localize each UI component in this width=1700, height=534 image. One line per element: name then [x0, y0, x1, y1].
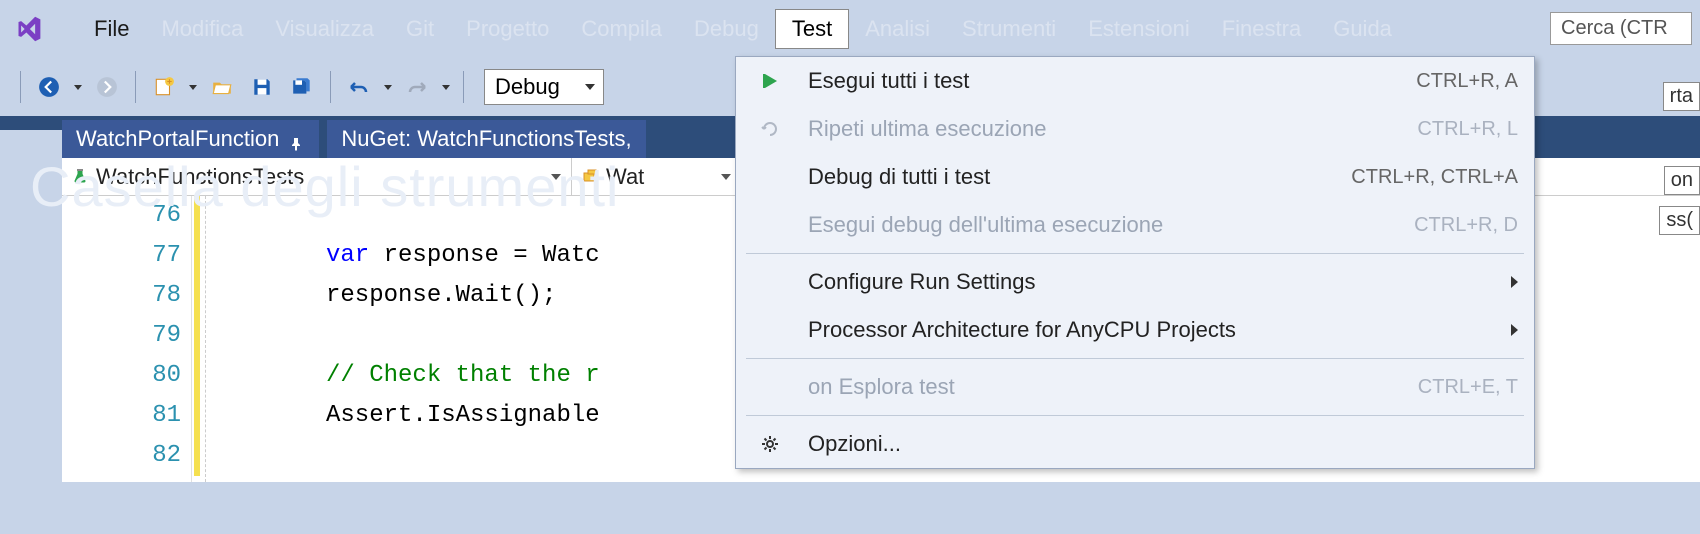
tab-nuget[interactable]: NuGet: WatchFunctionsTests, — [327, 120, 645, 158]
tab-watchportal[interactable]: WatchPortalFunction — [62, 120, 319, 158]
menu-compila[interactable]: Compila — [565, 10, 678, 48]
menuitem-configure-run-settings[interactable]: Configure Run Settings — [736, 258, 1534, 306]
menuitem-debug-all-tests[interactable]: Debug di tutti i test CTRL+R, CTRL+A — [736, 153, 1534, 201]
menuitem-label: on Esplora test — [808, 374, 1418, 400]
type-dropdown-label: Wat — [606, 164, 644, 190]
toolbar-separator — [20, 71, 21, 103]
repeat-icon — [752, 119, 788, 139]
menu-finestra[interactable]: Finestra — [1206, 10, 1317, 48]
line-number: 82 — [62, 436, 181, 476]
menubar: File Modifica Visualizza Git Progetto Co… — [0, 0, 1700, 58]
toolbar-separator — [135, 71, 136, 103]
menuitem-options[interactable]: Opzioni... — [736, 420, 1534, 468]
menu-visualizza[interactable]: Visualizza — [259, 10, 390, 48]
project-dropdown-label: WatchFunctionsTests — [96, 164, 304, 190]
project-dropdown[interactable]: WatchFunctionsTests — [62, 158, 572, 195]
redo-dropdown[interactable] — [439, 69, 453, 105]
menu-separator — [746, 253, 1524, 254]
menuitem-shortcut: CTRL+R, L — [1417, 118, 1518, 141]
config-select[interactable]: Debug — [484, 69, 604, 105]
menuitem-label: Opzioni... — [808, 431, 1518, 457]
tab-label: NuGet: WatchFunctionsTests, — [341, 126, 631, 152]
submenu-arrow-icon — [1511, 276, 1518, 288]
menuitem-test-explorer: on Esplora test CTRL+E, T — [736, 363, 1534, 411]
menu-strumenti[interactable]: Strumenti — [946, 10, 1072, 48]
class-icon — [582, 168, 600, 186]
type-dropdown[interactable]: Wat — [572, 158, 742, 195]
toolbar-separator — [330, 71, 331, 103]
menu-modifica[interactable]: Modifica — [145, 10, 259, 48]
change-marker — [194, 196, 200, 476]
submenu-arrow-icon — [1511, 324, 1518, 336]
menu-git[interactable]: Git — [390, 10, 450, 48]
menuitem-run-all-tests[interactable]: Esegui tutti i test CTRL+R, A — [736, 57, 1534, 105]
vs-logo — [10, 10, 48, 48]
menuitem-shortcut: CTRL+E, T — [1418, 376, 1518, 399]
menu-estensioni[interactable]: Estensioni — [1072, 10, 1206, 48]
right-fragment: rta — [1663, 82, 1700, 111]
new-item-dropdown[interactable] — [186, 69, 200, 105]
menuitem-repeat-last-run: Ripeti ultima esecuzione CTRL+R, L — [736, 105, 1534, 153]
play-icon — [752, 71, 788, 91]
right-fragment: ss( — [1659, 206, 1700, 235]
change-marker-column — [192, 196, 206, 482]
menuitem-processor-architecture[interactable]: Processor Architecture for AnyCPU Projec… — [736, 306, 1534, 354]
menuitem-shortcut: CTRL+R, A — [1416, 70, 1518, 93]
menu-separator — [746, 358, 1524, 359]
menu-test[interactable]: Test — [775, 9, 849, 49]
flask-icon — [72, 168, 90, 186]
nav-back-dropdown[interactable] — [71, 69, 85, 105]
line-gutter: 76 77 78 79 80 81 82 — [62, 196, 192, 482]
menu-file[interactable]: File — [78, 10, 145, 48]
menuitem-label: Esegui debug dell'ultima esecuzione — [808, 212, 1414, 238]
menuitem-debug-last-run: Esegui debug dell'ultima esecuzione CTRL… — [736, 201, 1534, 249]
nav-back-button[interactable] — [31, 69, 67, 105]
line-number: 77 — [62, 236, 181, 276]
redo-button[interactable] — [399, 69, 435, 105]
new-item-button[interactable] — [146, 69, 182, 105]
menu-guida[interactable]: Guida — [1317, 10, 1408, 48]
menuitem-label: Debug di tutti i test — [808, 164, 1351, 190]
menu-separator — [746, 415, 1524, 416]
line-number: 79 — [62, 316, 181, 356]
right-fragment: on — [1664, 166, 1700, 195]
menuitem-shortcut: CTRL+R, CTRL+A — [1351, 166, 1518, 189]
menu-progetto[interactable]: Progetto — [450, 10, 565, 48]
pin-icon[interactable] — [289, 131, 305, 147]
gear-icon — [752, 434, 788, 454]
toolbar-separator — [463, 71, 464, 103]
line-number: 78 — [62, 276, 181, 316]
line-number: 76 — [62, 196, 181, 236]
undo-button[interactable] — [341, 69, 377, 105]
save-all-button[interactable] — [284, 69, 320, 105]
menuitem-label: Esegui tutti i test — [808, 68, 1416, 94]
line-number: 80 — [62, 356, 181, 396]
save-button[interactable] — [244, 69, 280, 105]
menuitem-label: Processor Architecture for AnyCPU Projec… — [808, 317, 1501, 343]
tab-label: WatchPortalFunction — [76, 126, 279, 152]
nav-forward-button[interactable] — [89, 69, 125, 105]
menuitem-label: Configure Run Settings — [808, 269, 1501, 295]
menu-debug[interactable]: Debug — [678, 10, 775, 48]
search-input[interactable]: Cerca (CTR — [1550, 12, 1692, 45]
line-number: 81 — [62, 396, 181, 436]
toolbox-tab[interactable] — [0, 130, 62, 530]
menuitem-label: Ripeti ultima esecuzione — [808, 116, 1417, 142]
menu-analisi[interactable]: Analisi — [849, 10, 946, 48]
menuitem-shortcut: CTRL+R, D — [1414, 214, 1518, 237]
test-menu: Esegui tutti i test CTRL+R, A Ripeti ult… — [735, 56, 1535, 469]
open-button[interactable] — [204, 69, 240, 105]
undo-dropdown[interactable] — [381, 69, 395, 105]
